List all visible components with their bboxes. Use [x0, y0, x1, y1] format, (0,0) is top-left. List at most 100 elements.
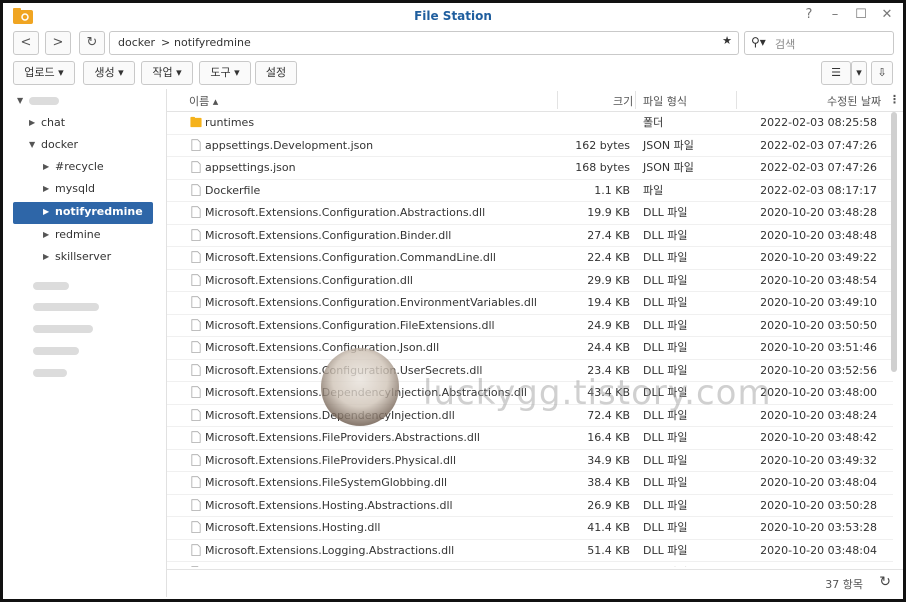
sidebar-item-notifyredmine[interactable]: ▶ notifyredmine: [13, 202, 153, 224]
sidebar-item-docker[interactable]: ▼ docker: [29, 135, 159, 155]
breadcrumb-docker[interactable]: docker: [118, 36, 155, 49]
collapse-arrow-icon: ▶: [29, 118, 36, 127]
path-bar[interactable]: docker > notifyredmine ★: [109, 31, 739, 55]
file-type: 폴더: [643, 116, 664, 129]
sidebar-item-skillserver[interactable]: ▶ skillserver: [43, 247, 153, 267]
file-icon: [191, 228, 201, 241]
file-modified: 2020-10-20 03:51:46: [760, 341, 877, 354]
table-row[interactable]: Microsoft.Extensions.FileSystemGlobbing.…: [167, 472, 893, 495]
table-row[interactable]: Microsoft.Extensions.Configuration.Envir…: [167, 292, 893, 315]
favorite-star-icon[interactable]: ★: [722, 34, 732, 47]
breadcrumb-separator: >: [161, 36, 171, 49]
sidebar-item-redmine[interactable]: ▶ redmine: [43, 225, 153, 245]
table-row[interactable]: Microsoft.Extensions.Configuration.Json.…: [167, 337, 893, 360]
file-size: 19.9 KB: [587, 206, 630, 219]
file-name: Microsoft.Extensions.Configuration.Comma…: [205, 251, 496, 264]
table-row[interactable]: Microsoft.Extensions.Configuration.Comma…: [167, 247, 893, 270]
file-size: 24.4 KB: [587, 341, 630, 354]
maximize-button[interactable]: ☐: [853, 7, 869, 23]
forward-button[interactable]: >: [45, 31, 71, 55]
file-icon: [191, 161, 201, 173]
table-row[interactable]: Microsoft.Extensions.Hosting.Abstraction…: [167, 495, 893, 517]
table-row[interactable]: Microsoft.Extensions.Configuration.Binde…: [167, 225, 893, 247]
file-type: DLL 파일: [643, 341, 688, 354]
file-modified: 2020-10-20 03:50:28: [760, 498, 877, 512]
upload-button[interactable]: 업로드 ▾: [13, 61, 75, 85]
vertical-scrollbar[interactable]: [891, 112, 899, 567]
file-station-window: File Station ? – ☐ ✕ < > ↻ docker > noti…: [0, 0, 906, 602]
sidebar-item-mysqld[interactable]: ▶ mysqld: [43, 179, 153, 199]
sidebar-item-recycle[interactable]: ▶ #recycle: [43, 157, 153, 177]
file-name: appsettings.json: [205, 161, 296, 174]
file-modified: 2020-10-20 03:48:42: [760, 431, 877, 444]
tools-button[interactable]: 도구 ▾: [199, 61, 251, 85]
file-icon: [191, 251, 201, 263]
column-name[interactable]: 이름 ▴: [189, 93, 218, 109]
file-name: Dockerfile: [205, 183, 261, 197]
file-icon: [191, 296, 201, 308]
search-field[interactable]: ⚲▾ 검색: [744, 31, 894, 55]
table-row[interactable]: Microsoft.Extensions.Configuration.dll 29…: [167, 270, 893, 292]
collapse-arrow-icon: ▶: [43, 184, 50, 193]
file-icon: [191, 318, 201, 331]
expand-arrow-icon[interactable]: ▼: [17, 91, 23, 111]
file-size: 168 bytes: [575, 161, 630, 174]
file-size: 38.4 KB: [587, 476, 630, 489]
table-row[interactable]: Microsoft.Extensions.Hosting.dll 41.4 KB D…: [167, 517, 893, 540]
file-modified: 2020-10-20 03:53:28: [760, 521, 877, 534]
table-row[interactable]: Microsoft.Extensions.FileProviders.Abstr…: [167, 427, 893, 450]
settings-button[interactable]: 설정: [255, 61, 297, 85]
column-modified[interactable]: 수정된 날짜: [827, 93, 881, 109]
column-divider: [736, 91, 737, 109]
file-modified: 2020-10-20 03:50:50: [760, 318, 877, 332]
file-name: runtimes: [205, 116, 255, 129]
scrollbar-thumb[interactable]: [891, 112, 897, 372]
refresh-icon[interactable]: ↻: [879, 574, 891, 590]
file-name: Microsoft.Extensions.Configuration.Envir…: [205, 296, 537, 309]
file-type: DLL 파일: [643, 273, 688, 287]
file-modified: 2020-10-20 03:50:50: [760, 562, 877, 567]
view-dropdown-icon[interactable]: ▾: [851, 61, 867, 85]
action-button[interactable]: 작업 ▾: [141, 61, 193, 85]
breadcrumb-notifyredmine[interactable]: notifyredmine: [174, 36, 251, 49]
sort-icon[interactable]: ⇩: [871, 61, 893, 85]
file-icon: [191, 363, 201, 376]
file-modified: 2020-10-20 03:48:04: [760, 543, 877, 557]
file-icon: [191, 498, 201, 511]
title-bar: File Station ? – ☐ ✕: [3, 3, 903, 29]
file-size: 162 bytes: [575, 138, 630, 152]
table-row[interactable]: runtimes 폴더 2022-02-03 08:25:58: [167, 112, 893, 135]
close-button[interactable]: ✕: [879, 7, 895, 23]
table-row[interactable]: Microsoft.Extensions.FileProviders.Physi…: [167, 450, 893, 472]
sidebar-item-chat[interactable]: ▶ chat: [29, 113, 159, 133]
column-options-icon[interactable]: ⋮: [889, 93, 900, 106]
table-row[interactable]: appsettings.json 168 bytes JSON 파일 2022-02-…: [167, 157, 893, 180]
table-row[interactable]: Microsoft.Extensions.Logging.Abstraction…: [167, 540, 893, 562]
minimize-button[interactable]: –: [827, 7, 843, 23]
table-row[interactable]: Microsoft.Extensions.Configuration.Abstr…: [167, 202, 893, 225]
file-icon: [191, 566, 199, 567]
column-size[interactable]: 크기: [613, 93, 633, 109]
table-row[interactable]: Microsoft.Extensions.Logging.Configurati…: [167, 562, 893, 567]
column-divider: [635, 91, 636, 109]
file-type: 파일: [643, 183, 664, 197]
file-type: DLL 파일: [643, 431, 688, 444]
table-row[interactable]: Microsoft.Extensions.Configuration.FileE…: [167, 315, 893, 337]
file-modified: 2020-10-20 03:48:54: [760, 273, 877, 287]
create-button[interactable]: 생성 ▾: [83, 61, 135, 85]
refresh-button[interactable]: ↻: [79, 31, 105, 55]
search-icon[interactable]: ⚲▾: [751, 35, 766, 49]
file-type: DLL 파일: [643, 318, 688, 332]
file-type: DLL 파일: [643, 453, 688, 467]
list-view-icon[interactable]: ☰: [821, 61, 851, 85]
file-name: Microsoft.Extensions.FileSystemGlobbing.…: [205, 476, 448, 489]
file-modified: 2020-10-20 03:48:28: [760, 206, 877, 219]
table-row[interactable]: appsettings.Development.json 162 bytes JSO…: [167, 135, 893, 157]
toolbar: 업로드 ▾ 생성 ▾ 작업 ▾ 도구 ▾ 설정 ☰ ▾ ⇩: [13, 61, 893, 85]
file-name: Microsoft.Extensions.FileProviders.Physi…: [205, 453, 457, 467]
table-row[interactable]: Dockerfile 1.1 KB 파일 2022-02-03 08:17:17: [167, 180, 893, 202]
column-type[interactable]: 파일 형식: [643, 93, 687, 109]
help-button[interactable]: ?: [801, 7, 817, 23]
folder-icon: [190, 116, 202, 128]
back-button[interactable]: <: [13, 31, 39, 55]
